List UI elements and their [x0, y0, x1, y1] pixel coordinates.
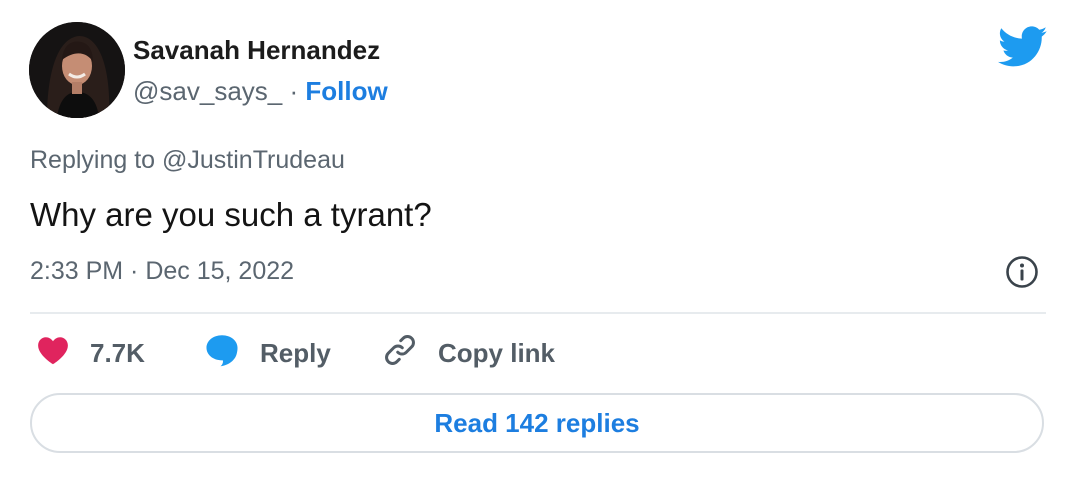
read-replies-button[interactable]: Read 142 replies — [30, 393, 1044, 453]
copy-link-label: Copy link — [438, 337, 556, 368]
like-button[interactable]: 7.7K — [36, 333, 145, 373]
follow-button[interactable]: Follow — [305, 76, 387, 106]
divider — [30, 312, 1046, 314]
tweet-text: Why are you such a tyrant? — [30, 196, 432, 233]
tweet-timestamp[interactable]: 2:33 PM · Dec 15, 2022 — [30, 255, 294, 287]
tweet-embed-card: Savanah Hernandez @sav_says_ · Follow Re… — [0, 0, 1080, 482]
author-handle[interactable]: @sav_says_ — [133, 76, 282, 106]
heart-icon — [36, 335, 70, 372]
author-handle-row: @sav_says_ · Follow — [133, 74, 388, 108]
avatar-photo — [29, 22, 125, 118]
link-icon — [382, 332, 418, 375]
like-count: 7.7K — [90, 337, 145, 368]
author-avatar[interactable] — [29, 22, 125, 118]
copy-link-button[interactable]: Copy link — [382, 333, 555, 373]
read-replies-label: Read 142 replies — [434, 407, 640, 438]
handle-separator: · — [289, 76, 299, 106]
twitter-bird-icon[interactable] — [997, 26, 1048, 68]
info-icon[interactable] — [1004, 254, 1040, 290]
replying-to-label[interactable]: Replying to @JustinTrudeau — [30, 144, 345, 176]
reply-button[interactable]: Reply — [204, 333, 331, 373]
author-name[interactable]: Savanah Hernandez — [133, 34, 380, 66]
speech-bubble-icon — [204, 333, 240, 374]
reply-label: Reply — [260, 337, 331, 368]
